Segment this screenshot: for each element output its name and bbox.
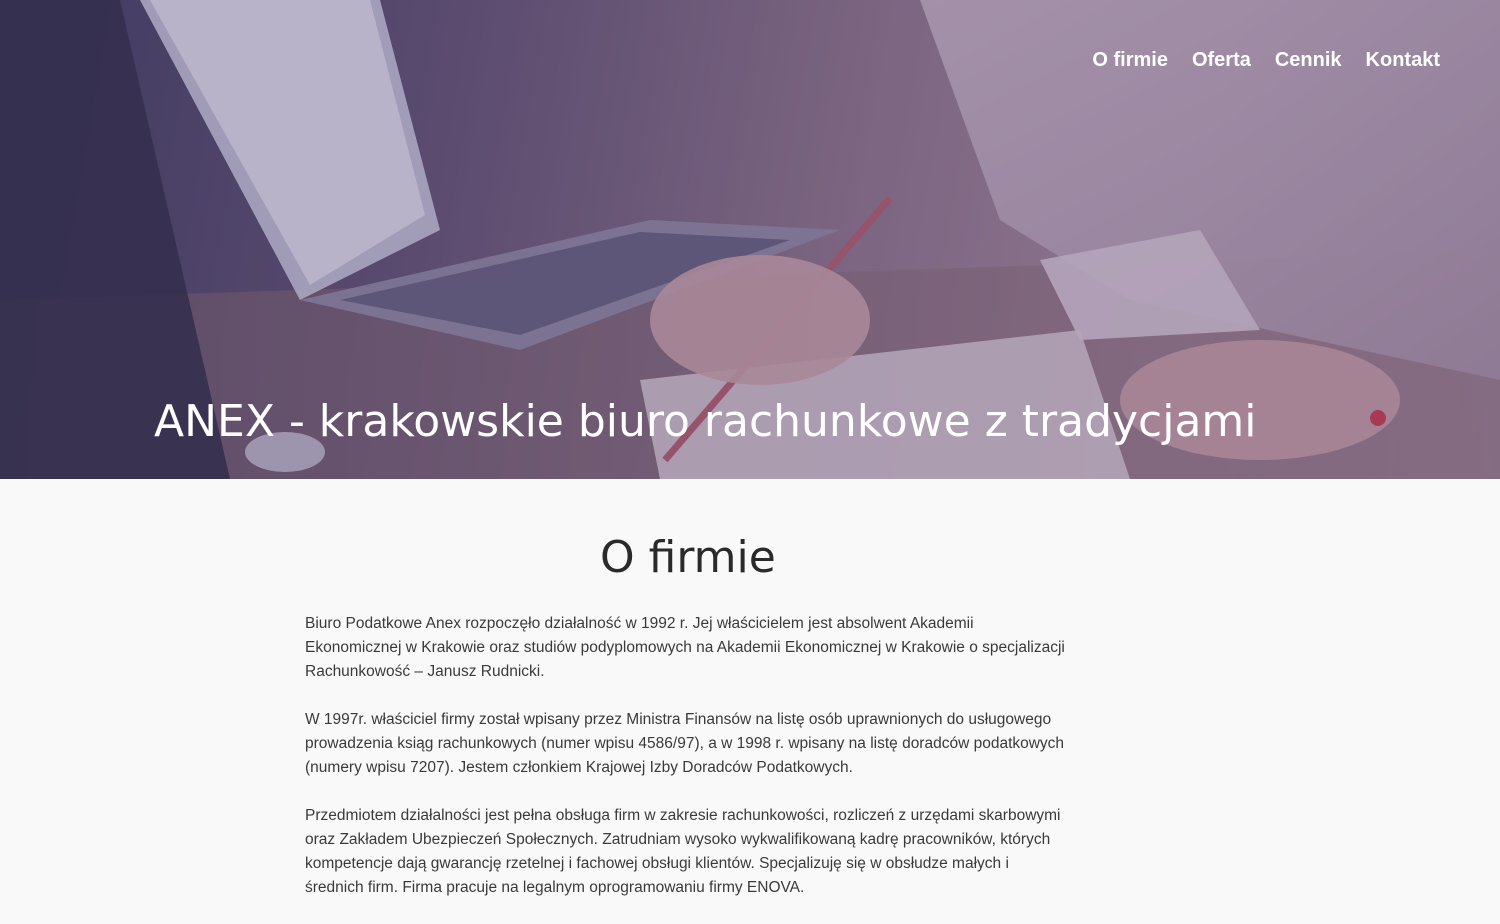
about-text: Biuro Podatkowe Anex rozpoczęło działaln…: [305, 612, 1065, 924]
nav-item-oferta[interactable]: Oferta: [1192, 46, 1251, 74]
about-paragraph: Biuro Podatkowe Anex rozpoczęło działaln…: [305, 615, 1065, 680]
nav-item-o-firmie[interactable]: O firmie: [1092, 46, 1168, 74]
hero-banner: O firmie Oferta Cennik Kontakt ANEX - kr…: [0, 0, 1500, 479]
about-paragraph: Przedmiotem działalności jest pełna obsł…: [305, 807, 1061, 896]
nav-item-cennik[interactable]: Cennik: [1275, 46, 1342, 74]
nav-item-kontakt[interactable]: Kontakt: [1366, 46, 1440, 74]
about-paragraph: W 1997r. właściciel firmy został wpisany…: [305, 711, 1065, 776]
main-nav: O firmie Oferta Cennik Kontakt: [1092, 46, 1440, 74]
section-title: O firmie: [600, 532, 776, 583]
hero-title: ANEX - krakowskie biuro rachunkowe z tra…: [154, 396, 1257, 447]
about-section: O firmie Biuro Podatkowe Anex rozpoczęło…: [0, 479, 1500, 898]
